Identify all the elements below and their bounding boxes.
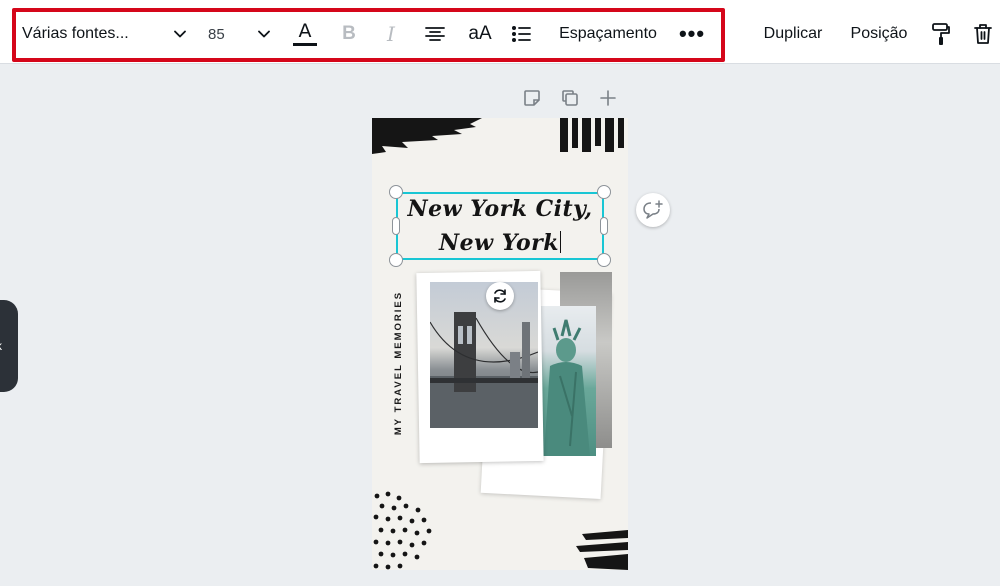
duplicate-button[interactable]: Duplicar bbox=[756, 16, 830, 52]
more-options-button[interactable]: ••• bbox=[674, 16, 710, 52]
page-actions bbox=[520, 86, 620, 110]
chevron-down-icon bbox=[258, 30, 270, 38]
brush-stroke-decoration bbox=[372, 118, 482, 154]
font-size-value: 85 bbox=[208, 25, 225, 43]
rotate-button[interactable] bbox=[486, 282, 514, 310]
text-toolbar: Várias fontes... 85 A B I aA Espaçamento… bbox=[0, 0, 1000, 64]
resize-handle-top-right[interactable] bbox=[597, 185, 611, 199]
align-button[interactable] bbox=[420, 16, 450, 52]
add-comment-button[interactable] bbox=[636, 193, 670, 227]
brooklyn-bridge-image bbox=[430, 312, 538, 428]
align-center-icon bbox=[425, 27, 445, 41]
plus-icon bbox=[600, 90, 616, 106]
font-size-dropdown[interactable]: 85 bbox=[208, 16, 274, 52]
dot-pattern-decoration bbox=[373, 491, 432, 570]
trash-icon bbox=[974, 24, 992, 44]
bold-button[interactable]: B bbox=[334, 16, 364, 52]
resize-handle-left[interactable] bbox=[392, 217, 400, 235]
comment-add-icon bbox=[643, 200, 663, 219]
duplicate-page-button[interactable] bbox=[558, 86, 582, 110]
list-button[interactable] bbox=[506, 16, 536, 52]
side-panel-toggle-label: k bbox=[0, 339, 2, 353]
paint-roller-icon bbox=[932, 23, 950, 45]
text-color-swatch bbox=[293, 43, 317, 46]
italic-button[interactable]: I bbox=[376, 16, 406, 52]
title-text-element[interactable]: New York City, New York bbox=[398, 192, 602, 260]
font-family-value: Várias fontes... bbox=[22, 25, 129, 42]
spacing-button[interactable]: Espaçamento bbox=[552, 16, 664, 52]
brush-stroke-decoration bbox=[576, 530, 628, 570]
resize-handle-bottom-right[interactable] bbox=[597, 253, 611, 267]
add-page-button[interactable] bbox=[596, 86, 620, 110]
text-cursor bbox=[560, 231, 561, 253]
text-color-button[interactable]: A bbox=[288, 16, 322, 52]
letter-case-button[interactable]: aA bbox=[462, 16, 498, 52]
title-line-2: New York bbox=[438, 230, 559, 256]
add-note-button[interactable] bbox=[520, 86, 544, 110]
text-color-icon: A bbox=[298, 20, 312, 42]
title-line-1: New York City, bbox=[407, 196, 593, 222]
title-line-2-wrapper: New York bbox=[398, 226, 602, 260]
statue-of-liberty-photo[interactable] bbox=[540, 306, 596, 456]
resize-handle-bottom-left[interactable] bbox=[389, 253, 403, 267]
rotate-icon bbox=[494, 289, 506, 303]
resize-handle-top-left[interactable] bbox=[389, 185, 403, 199]
chevron-down-icon bbox=[174, 30, 186, 38]
vertical-caption[interactable]: MY TRAVEL MEMORIES bbox=[393, 273, 407, 453]
delete-button[interactable] bbox=[968, 16, 998, 52]
side-panel-toggle[interactable]: k bbox=[0, 300, 18, 392]
brooklyn-bridge-photo[interactable] bbox=[430, 282, 538, 428]
font-family-dropdown[interactable]: Várias fontes... bbox=[22, 16, 192, 52]
brush-stroke-decoration bbox=[560, 118, 624, 152]
bulleted-list-icon bbox=[512, 26, 531, 42]
copy-style-button[interactable] bbox=[926, 16, 956, 52]
statue-of-liberty-image bbox=[544, 319, 590, 456]
position-button[interactable]: Posição bbox=[846, 16, 912, 52]
note-icon bbox=[524, 90, 540, 106]
copy-icon bbox=[562, 90, 578, 106]
resize-handle-right[interactable] bbox=[600, 217, 608, 235]
